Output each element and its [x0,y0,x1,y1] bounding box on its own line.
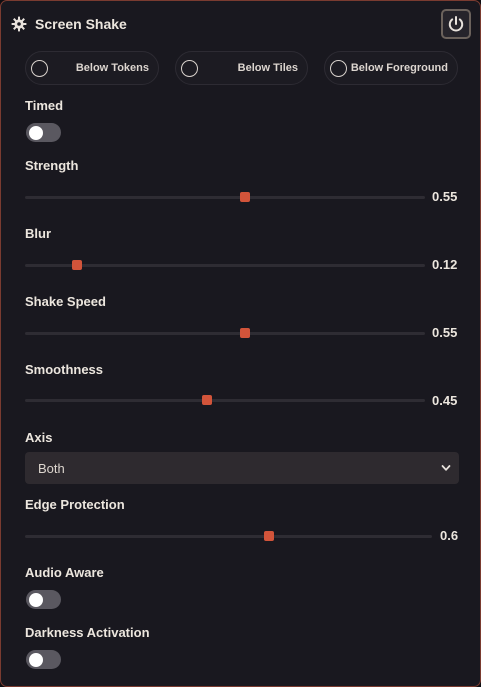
audio-aware-toggle[interactable] [26,590,61,609]
darkness-activation-toggle[interactable] [26,650,61,669]
blur-label: Blur [25,226,51,241]
power-icon [448,16,464,32]
shake-speed-value: 0.55 [432,325,458,340]
strength-label: Strength [25,158,79,173]
slider-track [25,332,425,335]
shake-speed-label: Shake Speed [25,294,106,309]
slider-thumb[interactable] [72,260,82,270]
edge-protection-value: 0.6 [440,528,459,543]
axis-selected-value: Both [38,461,65,476]
timed-label: Timed [25,98,64,113]
gear-icon [11,16,27,32]
timed-toggle[interactable] [26,123,61,142]
blur-slider[interactable] [25,259,425,271]
shake-speed-slider[interactable] [25,327,425,339]
slider-track [25,535,432,538]
mode-label: Below Tiles [237,62,298,74]
slider-thumb[interactable] [202,395,212,405]
axis-select[interactable]: Both [25,452,459,484]
axis-label: Axis [25,430,53,445]
slider-track [25,196,425,199]
mode-label: Below Foreground [350,62,448,74]
smoothness-value: 0.45 [432,393,458,408]
screen-shake-panel: Screen Shake Below Tokens Below Tiles Be… [0,0,481,687]
slider-track [25,399,425,402]
audio-aware-label: Audio Aware [25,565,104,580]
edge-protection-label: Edge Protection [25,497,125,512]
edge-protection-slider[interactable] [25,530,432,542]
chevron-down-icon [441,465,451,471]
slider-thumb[interactable] [240,328,250,338]
mode-below-tokens[interactable]: Below Tokens [25,51,159,85]
panel-header: Screen Shake [11,13,127,35]
power-button[interactable] [441,9,471,39]
slider-thumb[interactable] [264,531,275,541]
strength-slider[interactable] [25,191,425,203]
smoothness-label: Smoothness [25,362,104,377]
mode-below-foreground[interactable]: Below Foreground [324,51,458,85]
toggle-knob [29,125,43,140]
toggle-knob [29,592,43,607]
panel-title: Screen Shake [35,16,127,32]
mode-below-tiles[interactable]: Below Tiles [175,51,308,85]
blur-value: 0.12 [432,257,458,272]
slider-thumb[interactable] [240,192,250,202]
mode-label: Below Tokens [75,62,149,74]
toggle-knob [29,652,43,667]
radio-below-foreground[interactable] [330,60,347,77]
darkness-activation-label: Darkness Activation [25,625,150,640]
strength-value: 0.55 [432,189,458,204]
radio-below-tiles[interactable] [181,60,198,77]
smoothness-slider[interactable] [25,394,425,406]
slider-track [25,264,425,267]
radio-below-tokens[interactable] [31,60,48,77]
